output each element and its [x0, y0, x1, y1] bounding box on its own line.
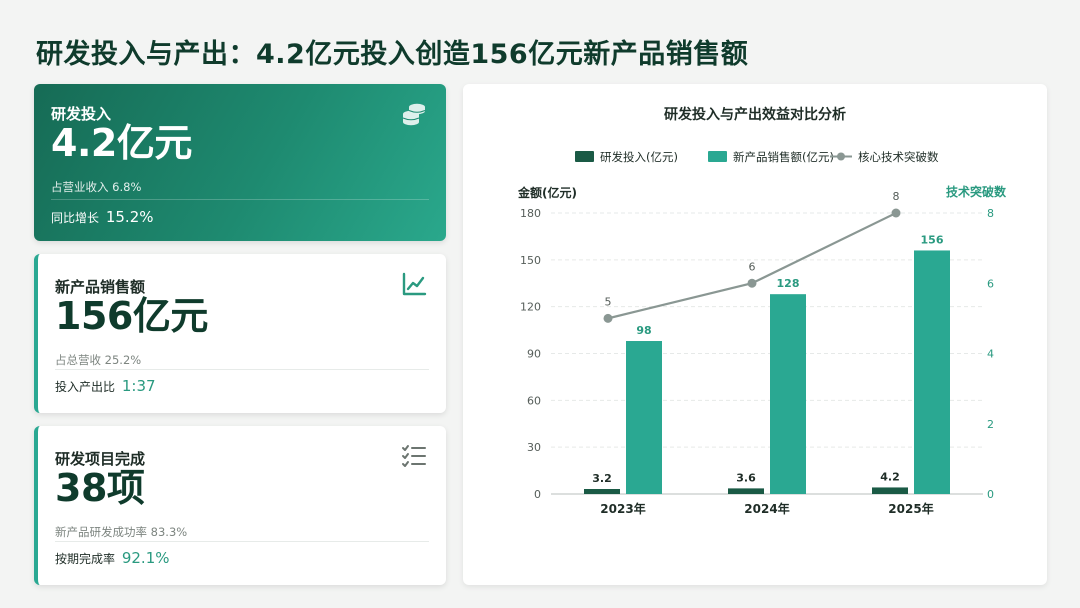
new-product-sales-card: 新产品销售额 156亿元 占总营收 25.2% 投入产出比 1:37: [34, 254, 446, 413]
x-tick-label: 2024年: [744, 501, 789, 516]
point-tech-breakthroughs: [603, 313, 613, 323]
page-title: 研发投入与产出：4.2亿元投入创造156亿元新产品销售额: [36, 39, 749, 70]
checklist-icon: [402, 445, 426, 467]
metric-value: 92.1%: [121, 549, 170, 567]
card-divider: [55, 541, 429, 542]
bar-label-new-product-sales: 128: [777, 277, 800, 290]
y-axis-title: 金额(亿元): [517, 185, 577, 200]
y-tick-label: 0: [534, 488, 541, 501]
y2-tick-label: 6: [987, 277, 994, 290]
point-tech-breakthroughs: [891, 208, 901, 218]
card-metric: 投入产出比 1:37: [55, 377, 156, 395]
rd-investment-card: 研发投入 4.2亿元 占营业收入 6.8% 同比增长 15.2%: [34, 84, 446, 241]
y2-axis-title: 技术突破数: [946, 184, 1007, 199]
chart-title: 研发投入与产出效益对比分析: [664, 106, 846, 123]
y-tick-label: 180: [520, 207, 541, 220]
card-divider: [51, 199, 429, 200]
metric-label: 按期完成率: [55, 552, 116, 566]
bar-rd-investment: [584, 489, 620, 494]
metric-label: 投入产出比: [55, 380, 116, 394]
legend-swatch: [708, 151, 727, 162]
point-label-tech-breakthroughs: 5: [605, 295, 612, 308]
point-label-tech-breakthroughs: 6: [749, 260, 756, 273]
card-value: 4.2亿元: [51, 121, 192, 165]
y2-tick-label: 4: [987, 348, 994, 361]
legend-swatch-marker: [837, 152, 845, 161]
bar-label-rd-investment: 3.6: [736, 471, 756, 484]
chart-card: 研发投入与产出效益对比分析研发投入(亿元) 新产品销售额(亿元) 核心技术突破数金额…: [463, 84, 1047, 585]
x-tick-label: 2025年: [888, 501, 933, 516]
bar-label-rd-investment: 4.2: [880, 470, 900, 483]
card-value: 38项: [55, 466, 145, 510]
card-subtext: 新产品研发成功率 83.3%: [55, 525, 188, 539]
bar-new-product-sales: [770, 294, 806, 494]
line-chart-icon: [402, 272, 427, 296]
bar-label-new-product-sales: 98: [636, 324, 651, 337]
bar-label-new-product-sales: 156: [921, 233, 944, 246]
bar-label-rd-investment: 3.2: [592, 472, 612, 485]
point-label-tech-breakthroughs: 8: [893, 190, 900, 203]
card-metric: 按期完成率 92.1%: [55, 549, 170, 567]
y-tick-label: 150: [520, 254, 541, 267]
y-tick-label: 90: [527, 348, 541, 361]
point-tech-breakthroughs: [747, 278, 757, 288]
x-tick-label: 2023年: [600, 501, 645, 516]
legend-label: 新产品销售额(亿元): [733, 150, 834, 164]
bar-new-product-sales: [626, 341, 662, 494]
card-subtext: 占营业收入 6.8%: [51, 180, 142, 194]
y-tick-label: 30: [527, 441, 541, 454]
y-tick-label: 120: [520, 301, 541, 314]
y2-tick-label: 2: [987, 418, 994, 431]
y2-tick-label: 8: [987, 207, 994, 220]
combo-chart: 研发投入与产出效益对比分析研发投入(亿元) 新产品销售额(亿元) 核心技术突破数金额…: [517, 106, 1007, 516]
card-value: 156亿元: [55, 294, 208, 338]
bar-rd-investment: [872, 487, 908, 494]
card-divider: [55, 369, 429, 370]
rd-projects-card: 研发项目完成 38项 新产品研发成功率 83.3% 按期完成率 92.1%: [34, 426, 446, 585]
legend-label: 研发投入(亿元): [600, 150, 678, 164]
metric-value: 1:37: [121, 377, 156, 395]
legend-swatch: [575, 151, 594, 162]
bar-rd-investment: [728, 488, 764, 494]
metric-value: 15.2%: [105, 208, 154, 226]
y-tick-label: 60: [527, 394, 541, 407]
bar-new-product-sales: [914, 250, 950, 494]
coins-icon: [402, 103, 426, 126]
legend-label: 核心技术突破数: [858, 150, 939, 164]
card-metric: 同比增长 15.2%: [51, 208, 154, 226]
metric-label: 同比增长: [51, 211, 100, 225]
y2-tick-label: 0: [987, 488, 994, 501]
card-subtext: 占总营收 25.2%: [55, 353, 142, 367]
